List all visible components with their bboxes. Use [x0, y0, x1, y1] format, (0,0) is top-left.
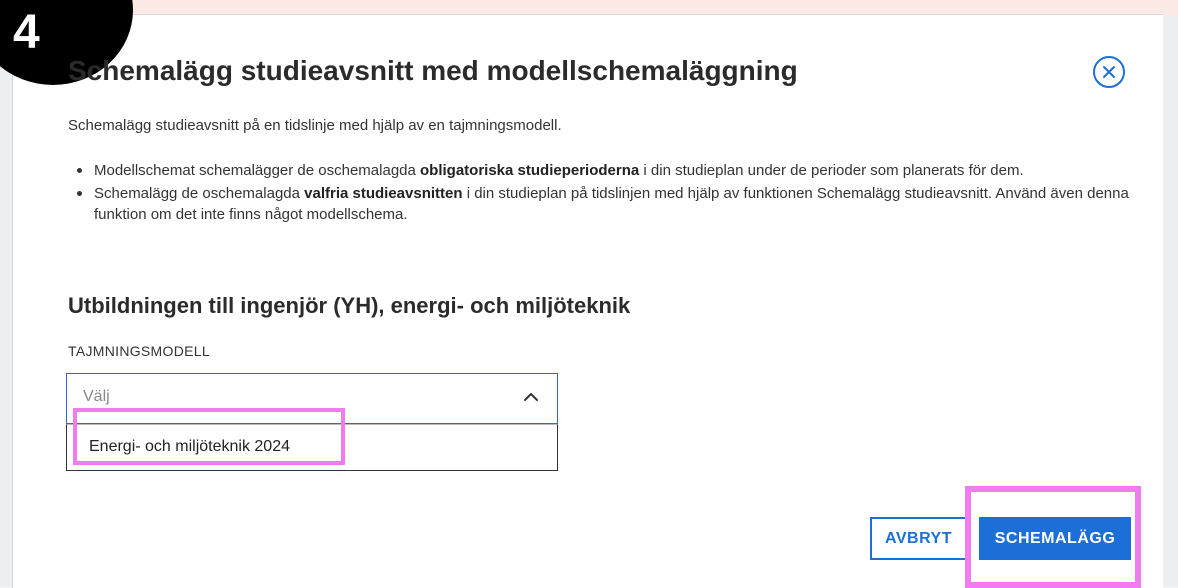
info-text: Modellschemat schemalägger de oschemalag…	[94, 162, 421, 179]
schedule-dialog: 4 Schemalägg studieavsnitt med modellsch…	[0, 0, 1163, 588]
program-heading: Utbildningen till ingenjör (YH), energi-…	[68, 293, 631, 318]
step-number: 4	[13, 6, 40, 59]
dropdown-option[interactable]: Energi- och miljöteknik 2024	[67, 425, 557, 470]
info-item-elective: Schemalägg de oschemalagda valfria studi…	[77, 183, 1154, 225]
schedule-button[interactable]: SCHEMALÄGG	[979, 517, 1131, 560]
dialog-title: Schemalägg studieavsnitt med modellschem…	[68, 55, 798, 86]
info-text: Schemalägg de oschemalagda	[94, 185, 305, 202]
chevron-up-icon	[524, 393, 538, 401]
info-item-mandatory: Modellschemat schemalägger de oschemalag…	[77, 160, 1154, 181]
option-label: Energi- och miljöteknik 2024	[89, 438, 290, 455]
info-emphasis: obligatoriska studieperioderna	[420, 162, 640, 179]
dialog-intro: Schemalägg studieavsnitt på en tidslinje…	[68, 117, 562, 134]
info-list: Modellschemat schemalägger de oschemalag…	[68, 160, 1154, 227]
cancel-button[interactable]: AVBRYT	[870, 517, 967, 560]
info-text: i din studieplan under de perioder som p…	[639, 162, 1024, 179]
timing-model-select[interactable]: Välj	[66, 373, 558, 424]
close-icon	[1103, 66, 1115, 78]
close-button[interactable]	[1093, 56, 1125, 88]
timing-model-dropdown: Energi- och miljöteknik 2024	[66, 424, 558, 471]
timing-model-label: TAJMNINGSMODELL	[68, 343, 210, 359]
info-emphasis: valfria studieavsnitten	[304, 185, 463, 202]
select-placeholder: Välj	[83, 388, 110, 405]
